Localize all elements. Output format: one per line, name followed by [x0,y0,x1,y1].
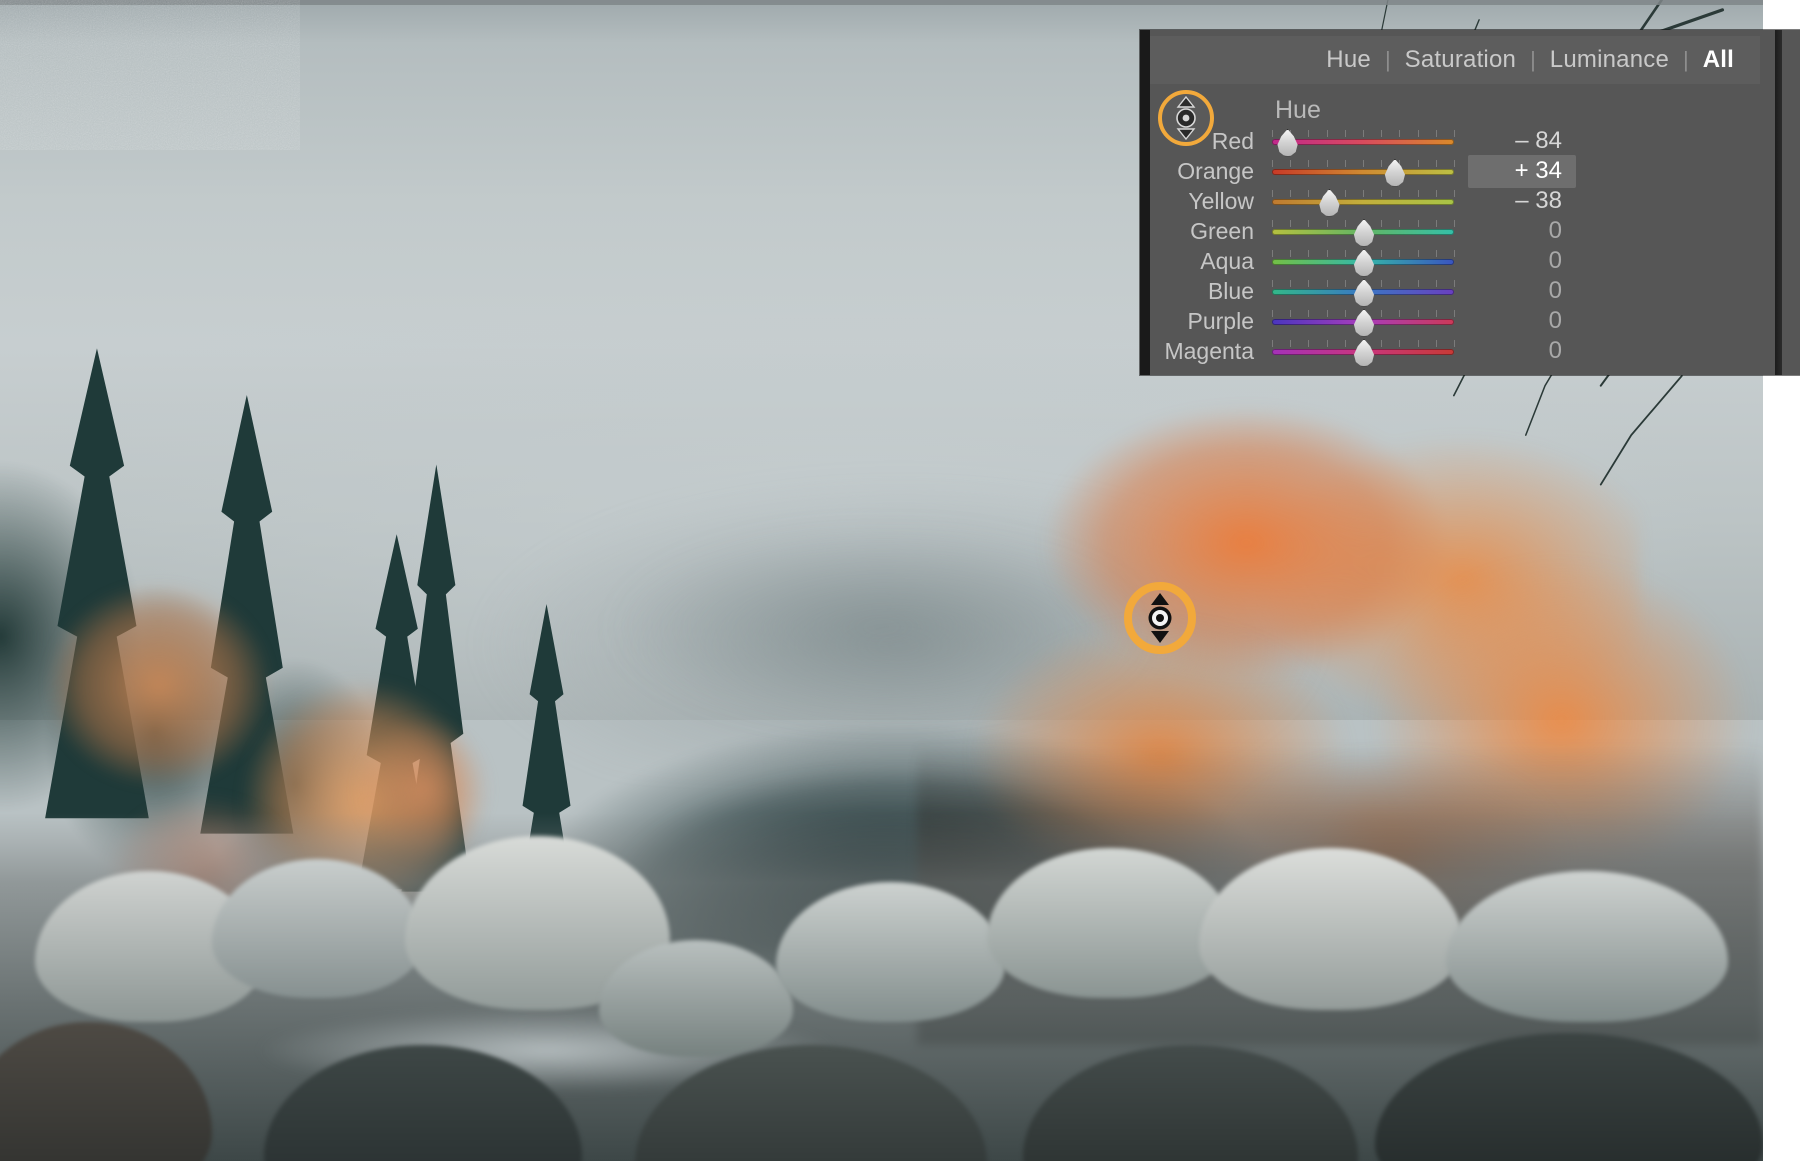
targeted-adjustment-icon [1176,96,1196,140]
tab-luminance[interactable]: Luminance [1536,46,1683,74]
slider-row-yellow[interactable]: Yellow – 38 [1150,186,1770,217]
slider-row-green[interactable]: Green 0 [1150,216,1770,247]
slider-track-aqua[interactable] [1272,246,1455,277]
hsl-slider-list: Red – 84 Orange + 34 Yellow – 38 Green 0 Aqua 0 Bl… [1150,126,1770,367]
slider-track-orange[interactable] [1272,156,1455,187]
slider-track-red[interactable] [1272,126,1455,157]
slider-label: Yellow [1188,187,1254,214]
slider-label: Aqua [1200,247,1254,274]
slider-ticks [1272,160,1455,167]
panel-right-edge [1775,30,1782,375]
slider-value[interactable]: 0 [1468,247,1576,275]
slider-gradient [1272,169,1454,175]
slider-ticks [1272,190,1455,197]
slider-value[interactable]: + 34 [1468,154,1576,188]
screenshot-root: Hue | Saturation | Luminance | All Hue R… [0,0,1800,1161]
slider-row-magenta[interactable]: Magenta 0 [1150,336,1770,367]
targeted-adjustment-icon [1148,593,1172,643]
slider-label: Purple [1187,307,1254,334]
tab-all[interactable]: All [1689,46,1738,74]
section-label: Hue [1275,96,1321,124]
slider-track-blue[interactable] [1272,276,1455,307]
top-edge-band [0,0,1763,5]
slider-label: Green [1190,217,1254,244]
slider-label: Magenta [1164,337,1254,364]
slider-value[interactable]: 0 [1468,277,1576,305]
slider-row-blue[interactable]: Blue 0 [1150,276,1770,307]
slider-row-aqua[interactable]: Aqua 0 [1150,246,1770,277]
targeted-adjustment-tool-button[interactable] [1158,90,1214,146]
slider-value[interactable]: – 38 [1468,187,1576,215]
slider-label: Blue [1207,277,1254,304]
slider-row-red[interactable]: Red – 84 [1150,126,1770,157]
slider-row-orange[interactable]: Orange + 34 [1150,154,1770,188]
slider-track-green[interactable] [1272,216,1455,247]
slider-value[interactable]: – 84 [1468,127,1576,155]
slider-value[interactable]: 0 [1468,217,1576,245]
panel-left-edge [1140,30,1150,375]
slider-gradient [1272,139,1454,145]
slider-row-purple[interactable]: Purple 0 [1150,306,1770,337]
slider-track-yellow[interactable] [1272,186,1455,217]
slider-value[interactable]: 0 [1468,307,1576,335]
targeted-adjustment-cursor[interactable] [1124,582,1196,654]
slider-value[interactable]: 0 [1468,337,1576,365]
slider-track-purple[interactable] [1272,306,1455,337]
hsl-tab-bar[interactable]: Hue | Saturation | Luminance | All [1150,36,1760,84]
tab-hue[interactable]: Hue [1312,46,1385,74]
slider-ticks [1272,130,1455,137]
slider-label: Orange [1177,157,1254,184]
slider-gradient [1272,199,1454,205]
slider-track-magenta[interactable] [1272,336,1455,367]
tab-saturation[interactable]: Saturation [1391,46,1530,74]
